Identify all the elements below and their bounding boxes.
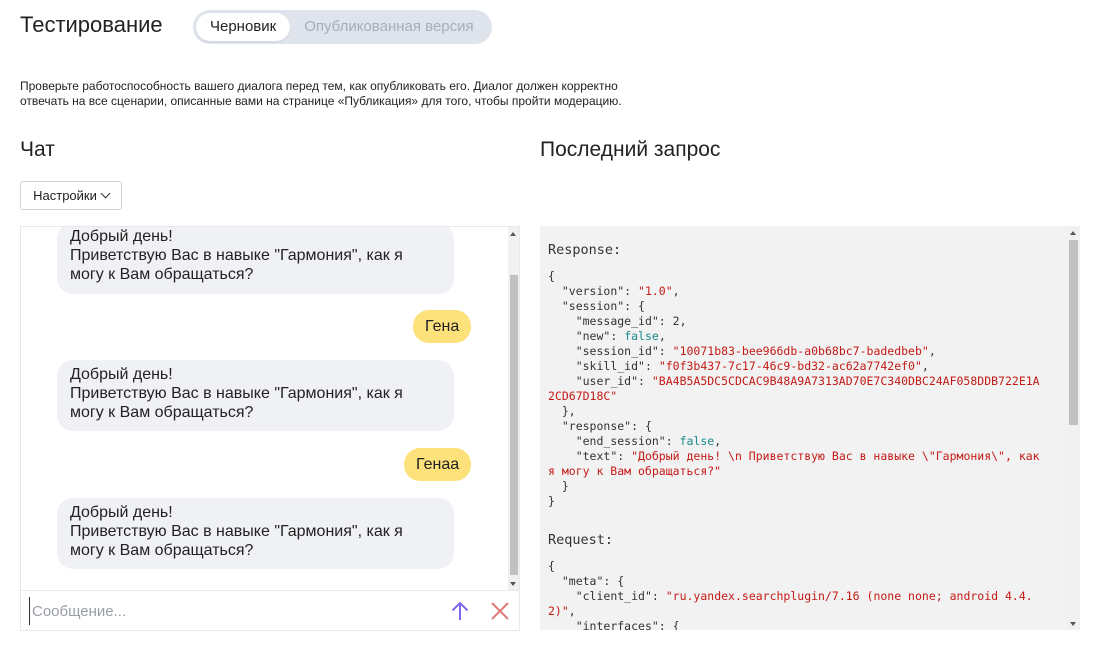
message-line: могу к Вам обращаться? bbox=[70, 266, 254, 283]
chat-section-title: Чат bbox=[20, 138, 55, 161]
scroll-down-icon[interactable] bbox=[510, 582, 516, 586]
close-icon bbox=[491, 602, 509, 620]
chat-message-user: Гена bbox=[413, 310, 472, 343]
json-value: "1.0" bbox=[638, 284, 673, 298]
message-line: Приветствую Вас в навыке "Гармония", как… bbox=[70, 247, 403, 264]
message-input[interactable] bbox=[29, 597, 429, 625]
tab-draft[interactable]: Черновик bbox=[196, 13, 291, 41]
scroll-up-icon[interactable] bbox=[510, 232, 516, 236]
page-title: Тестирование bbox=[20, 12, 163, 37]
request-panel: Response:{ "version": "1.0", "session": … bbox=[540, 226, 1080, 630]
json-value: "f0f3b437-7c17-46c9-bd32-ac62a7742ef0" bbox=[658, 359, 922, 373]
json-value: 2)" bbox=[548, 604, 569, 618]
json-value: я могу к Вам обращаться?" bbox=[548, 464, 722, 478]
json-value: 2CD67D18C" bbox=[548, 389, 618, 403]
intro-line-1: Проверьте работоспособность вашего диало… bbox=[20, 79, 618, 93]
message-line: Добрый день! bbox=[70, 504, 173, 521]
last-request-section-title: Последний запрос bbox=[540, 138, 721, 161]
arrow-up-icon bbox=[451, 601, 469, 620]
chat-scrollbar[interactable] bbox=[508, 227, 519, 590]
chat-message-user: Генаа bbox=[404, 448, 472, 481]
message-line: Приветствую Вас в навыке "Гармония", как… bbox=[70, 385, 403, 402]
chevron-down-icon bbox=[100, 188, 111, 199]
json-value: "Добрый день! \n Приветствую Вас в навык… bbox=[631, 449, 1040, 463]
scroll-down-icon[interactable] bbox=[1070, 622, 1076, 626]
message-line: могу к Вам обращаться? bbox=[70, 404, 254, 421]
message-text: Гена bbox=[425, 318, 460, 335]
message-line: могу к Вам обращаться? bbox=[70, 542, 254, 559]
message-line: Приветствую Вас в навыке "Гармония", как… bbox=[70, 523, 403, 540]
scroll-up-icon[interactable] bbox=[1070, 231, 1076, 235]
intro-text: Проверьте работоспособность вашего диало… bbox=[20, 79, 700, 109]
chat-input-row bbox=[21, 590, 519, 630]
settings-dropdown-button[interactable]: Настройки bbox=[20, 181, 122, 210]
chat-messages: Добрый день! Приветствую Вас в навыке "Г… bbox=[21, 227, 508, 590]
chat-message-bot: Добрый день! Приветствую Вас в навыке "Г… bbox=[57, 360, 454, 431]
json-value: false bbox=[679, 434, 715, 448]
response-label: Response: bbox=[548, 242, 622, 258]
message-text: Генаа bbox=[416, 456, 460, 473]
chat-scrollbar-thumb[interactable] bbox=[510, 275, 518, 575]
json-value: "10071b83-bee966db-a0b68bc7-badedbeb" bbox=[672, 344, 929, 358]
intro-line-2: отвечать на все сценарии, описанные вами… bbox=[20, 94, 622, 108]
request-label: Request: bbox=[548, 532, 614, 548]
version-switch: Черновик Опубликованная версия bbox=[193, 10, 492, 44]
json-value: 2 bbox=[672, 314, 680, 328]
clear-button[interactable] bbox=[488, 599, 512, 623]
send-button[interactable] bbox=[448, 599, 472, 623]
request-json: Response:{ "version": "1.0", "session": … bbox=[548, 241, 1060, 630]
message-line: Добрый день! bbox=[70, 366, 173, 383]
chat-message-bot: Добрый день! Приветствую Вас в навыке "Г… bbox=[57, 227, 454, 294]
request-scrollbar[interactable] bbox=[1067, 226, 1080, 630]
json-value: false bbox=[624, 329, 659, 343]
request-scrollbar-thumb[interactable] bbox=[1069, 240, 1078, 425]
json-value: "BA4B5A5DC5CDCAC9B48A9A7313AD70E7C340DBC… bbox=[651, 374, 1040, 388]
chat-message-bot: Добрый день! Приветствую Вас в навыке "Г… bbox=[57, 498, 454, 569]
chat-panel: Добрый день! Приветствую Вас в навыке "Г… bbox=[20, 226, 520, 631]
json-value: "ru.yandex.searchplugin/7.16 (none none;… bbox=[665, 589, 1033, 603]
message-line: Добрый день! bbox=[70, 228, 173, 245]
settings-label: Настройки bbox=[33, 188, 97, 203]
tab-published-version[interactable]: Опубликованная версия bbox=[290, 13, 487, 41]
